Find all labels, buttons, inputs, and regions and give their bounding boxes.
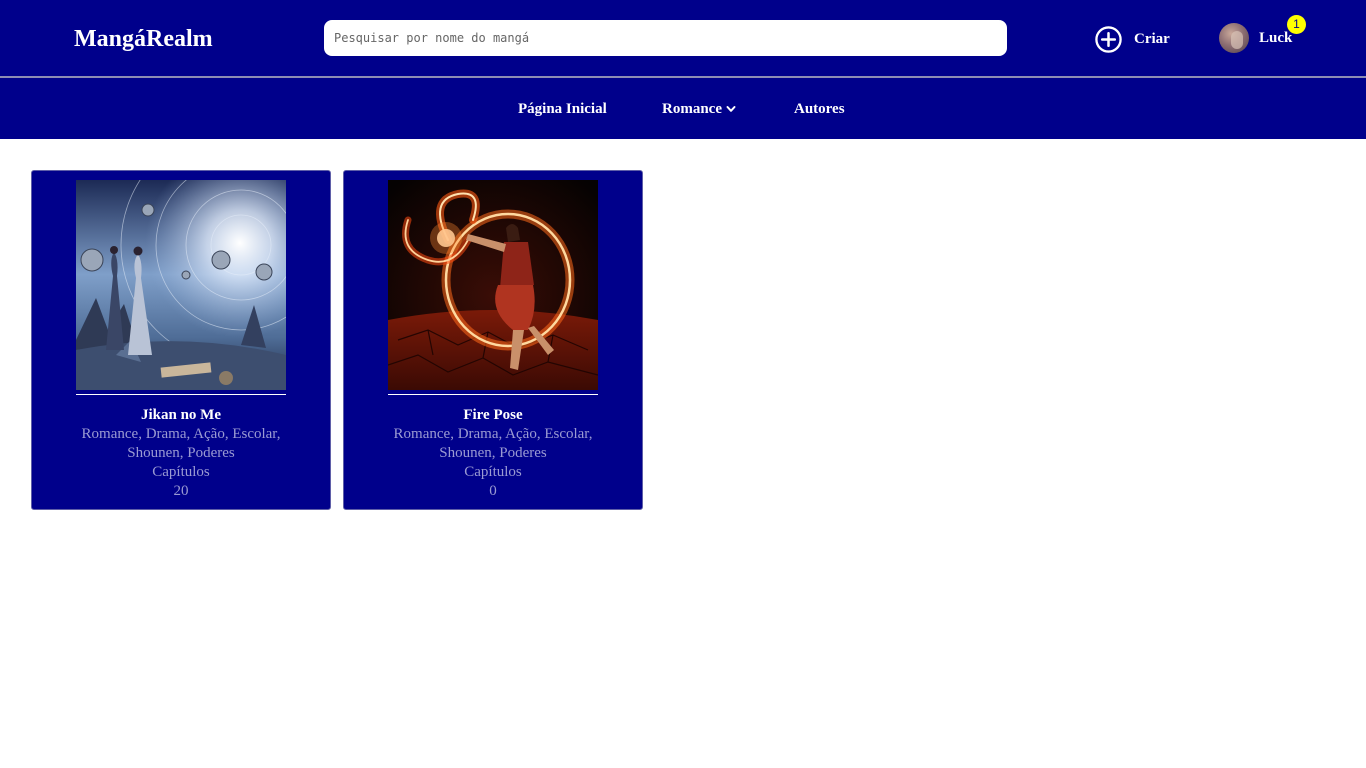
main-nav: Página Inicial Romance Autores <box>0 78 1366 139</box>
site-logo[interactable]: MangáRealm <box>74 25 213 53</box>
nav-item-romance[interactable]: Romance <box>662 100 736 118</box>
manga-cover-image[interactable] <box>76 180 286 390</box>
cover-divider <box>388 394 598 395</box>
manga-title[interactable]: Fire Pose <box>344 406 642 425</box>
chapters-count: 20 <box>173 483 189 499</box>
cover-divider <box>76 394 286 395</box>
nav-item-home[interactable]: Página Inicial <box>518 100 607 118</box>
chevron-down-icon <box>726 104 736 114</box>
nav-item-authors[interactable]: Autores <box>794 100 845 118</box>
avatar <box>1219 23 1249 53</box>
create-button[interactable]: Criar <box>1094 24 1170 54</box>
create-label: Criar <box>1134 30 1170 47</box>
nav-item-label: Romance <box>662 101 722 117</box>
notification-badge[interactable]: 1 <box>1287 15 1306 34</box>
manga-cover-image[interactable] <box>388 180 598 390</box>
manga-title[interactable]: Jikan no Me <box>32 406 330 425</box>
user-menu[interactable]: Luck <box>1219 23 1292 53</box>
nav-item-label: Página Inicial <box>518 101 607 117</box>
manga-genres: Romance, Drama, Ação, Escolar, Shounen, … <box>393 426 593 461</box>
manga-card[interactable]: Fire Pose Romance, Drama, Ação, Escolar,… <box>343 170 643 510</box>
nav-item-label: Autores <box>794 101 845 117</box>
manga-card[interactable]: Jikan no Me Romance, Drama, Ação, Escola… <box>31 170 331 510</box>
manga-genres: Romance, Drama, Ação, Escolar, Shounen, … <box>81 426 281 461</box>
chapters-label: Capítulos <box>152 464 210 480</box>
chapters-count: 0 <box>489 483 497 499</box>
plus-circle-icon <box>1094 25 1123 54</box>
chapters-label: Capítulos <box>464 464 522 480</box>
top-header: MangáRealm Criar Luck 1 <box>0 0 1366 76</box>
search-input[interactable] <box>324 20 1007 56</box>
user-name: Luck <box>1259 29 1293 46</box>
